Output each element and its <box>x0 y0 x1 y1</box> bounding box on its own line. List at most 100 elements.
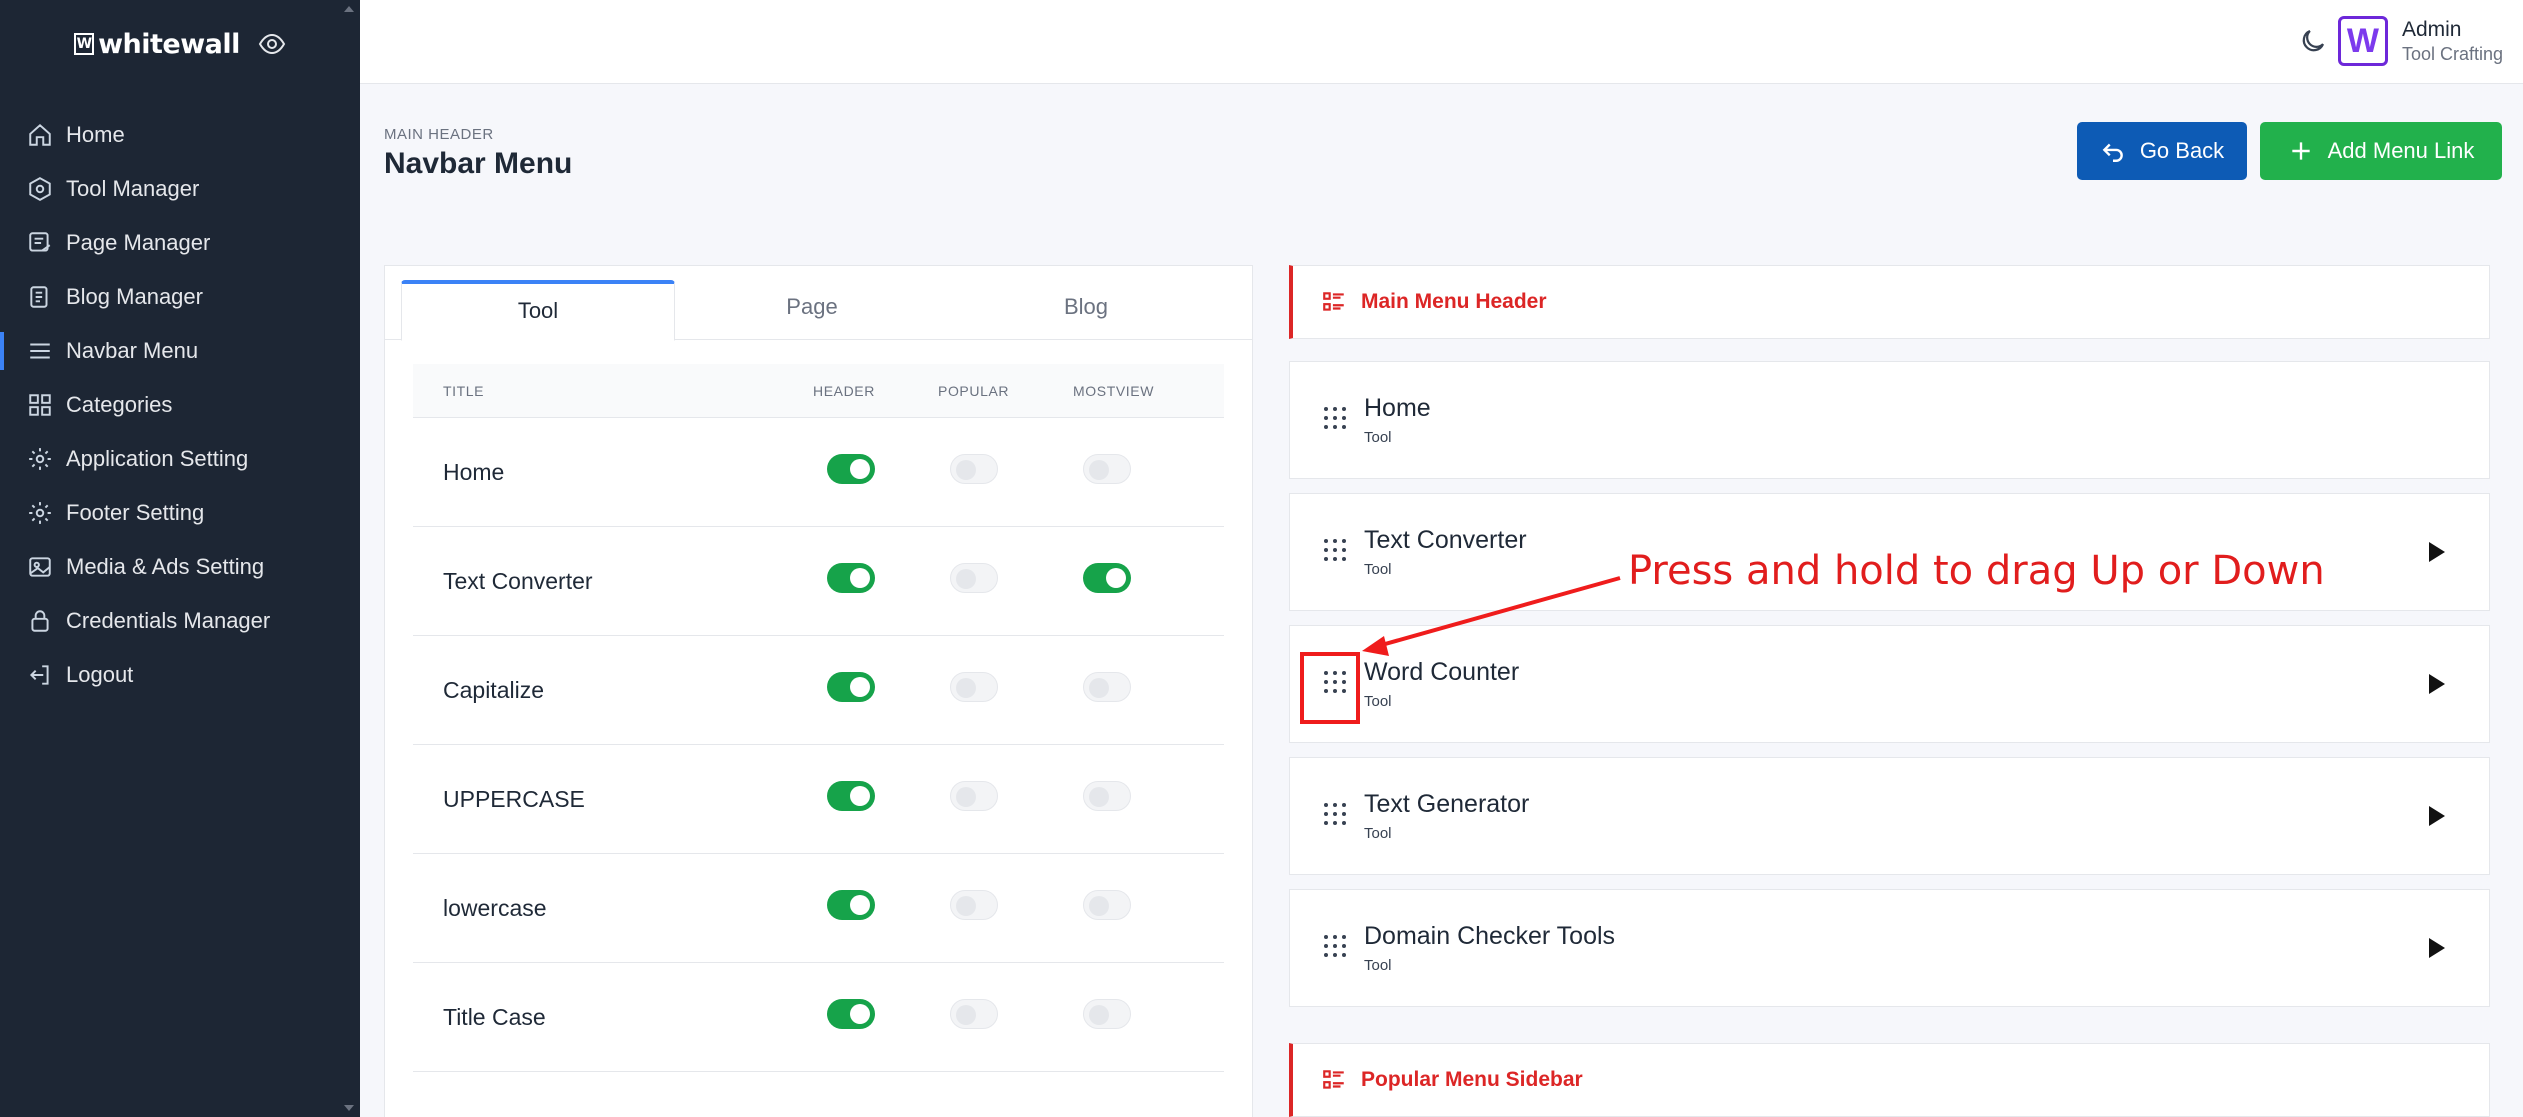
mostview-toggle[interactable] <box>1083 999 1131 1029</box>
expand-arrow-icon[interactable] <box>2429 806 2445 826</box>
brand-mark: W <box>74 33 95 55</box>
header-toggle[interactable] <box>827 781 875 811</box>
drag-handle-icon[interactable] <box>1324 935 1350 961</box>
popular-toggle[interactable] <box>950 999 998 1029</box>
expand-arrow-icon[interactable] <box>2429 938 2445 958</box>
sidebar-item-label: Home <box>66 122 125 147</box>
user-area: W Admin Tool Crafting <box>2298 16 2503 66</box>
header-toggle[interactable] <box>827 999 875 1029</box>
lock-icon <box>26 607 54 635</box>
tab-tool[interactable]: Tool <box>401 280 675 341</box>
menu-item[interactable]: Home Tool <box>1289 361 2490 479</box>
user-role: Tool Crafting <box>2401 43 2503 64</box>
menu-item-title: Home <box>1364 394 1431 422</box>
row-title: lowercase <box>443 894 547 921</box>
scroll-up-arrow[interactable] <box>344 6 354 12</box>
popular-cell <box>938 563 1073 599</box>
sidebar-item-label: Media & Ads Setting <box>66 554 265 579</box>
main-menu-header: Main Menu Header <box>1289 265 2490 339</box>
sidebar-nav: Home Tool Manager Page Manager Blog Mana… <box>0 108 360 702</box>
brand: W whitewall <box>0 0 360 88</box>
table-row: lowercase <box>413 854 1224 963</box>
sidebar-item-media-ads-setting[interactable]: Media & Ads Setting <box>0 540 360 594</box>
popular-menu-header: Popular Menu Sidebar <box>1289 1043 2490 1117</box>
moon-icon[interactable] <box>2298 26 2328 56</box>
brand-logo[interactable]: W whitewall <box>74 29 240 60</box>
image-icon <box>26 553 54 581</box>
expand-arrow-icon[interactable] <box>2429 674 2445 694</box>
header-cell <box>813 890 938 926</box>
list-icon <box>1323 1070 1344 1089</box>
menu-item[interactable]: Text Generator Tool <box>1289 757 2490 875</box>
user-info[interactable]: Admin Tool Crafting <box>2402 18 2503 65</box>
header-cell <box>813 672 938 708</box>
drag-handle-icon[interactable] <box>1324 803 1350 829</box>
popular-toggle[interactable] <box>950 563 998 593</box>
table-row: Home <box>413 418 1224 527</box>
popular-cell <box>938 890 1073 926</box>
mostview-toggle[interactable] <box>1083 890 1131 920</box>
header-toggle[interactable] <box>827 890 875 920</box>
header-toggle[interactable] <box>827 454 875 484</box>
mostview-toggle[interactable] <box>1083 672 1131 702</box>
menu-item-text: Home Tool <box>1364 394 2489 446</box>
sidebar-item-home[interactable]: Home <box>0 108 360 162</box>
sidebar-item-credentials-manager[interactable]: Credentials Manager <box>0 594 360 648</box>
mostview-toggle[interactable] <box>1083 781 1131 811</box>
sidebar-item-footer-setting[interactable]: Footer Setting <box>0 486 360 540</box>
sidebar-item-application-setting[interactable]: Application Setting <box>0 432 360 486</box>
tab-page[interactable]: Page <box>675 266 949 339</box>
drag-handle-icon[interactable] <box>1324 407 1350 433</box>
sidebar-item-tool-manager[interactable]: Tool Manager <box>0 162 360 216</box>
mostview-cell <box>1073 672 1213 708</box>
popular-toggle[interactable] <box>950 890 998 920</box>
drag-handle-icon[interactable] <box>1324 539 1350 565</box>
mostview-cell <box>1073 999 1213 1035</box>
tool-table: TITLE HEADER POPULAR MOSTVIEW Home Text C… <box>413 364 1224 1072</box>
table-row: Text Converter <box>413 527 1224 636</box>
scroll-down-arrow[interactable] <box>344 1105 354 1111</box>
column-popular-header: POPULAR <box>938 382 1010 399</box>
popular-toggle[interactable] <box>950 672 998 702</box>
add-menu-link-button[interactable]: Add Menu Link <box>2260 122 2502 180</box>
main-menu-header-title: Main Menu Header <box>1361 290 1547 313</box>
expand-arrow-icon[interactable] <box>2429 542 2445 562</box>
mostview-toggle[interactable] <box>1083 454 1131 484</box>
menu-item[interactable]: Word Counter Tool <box>1289 625 2490 743</box>
header-toggle[interactable] <box>827 672 875 702</box>
row-title: Title Case <box>443 1003 546 1030</box>
column-title-header: TITLE <box>443 382 485 399</box>
eye-icon[interactable] <box>258 32 286 56</box>
plus-icon <box>2291 142 2310 160</box>
mostview-cell <box>1073 454 1213 490</box>
menu-item-text: Domain Checker Tools Tool <box>1364 922 2429 974</box>
sidebar-item-page-manager[interactable]: Page Manager <box>0 216 360 270</box>
sidebar-item-blog-manager[interactable]: Blog Manager <box>0 270 360 324</box>
sidebar-item-label: Blog Manager <box>66 284 203 309</box>
gear-icon <box>26 499 54 527</box>
header-cell <box>813 563 938 599</box>
popular-toggle[interactable] <box>950 781 998 811</box>
page-heading: MAIN HEADER Navbar Menu <box>384 126 572 181</box>
sidebar-item-navbar-menu[interactable]: Navbar Menu <box>0 324 360 378</box>
popular-toggle[interactable] <box>950 454 998 484</box>
blog-icon <box>26 283 54 311</box>
go-back-button[interactable]: Go Back <box>2077 122 2247 180</box>
menu-item-type: Tool <box>1364 957 1392 974</box>
menu-item[interactable]: Domain Checker Tools Tool <box>1289 889 2490 1007</box>
header-cell <box>813 454 938 490</box>
tab-bar: Tool Page Blog <box>385 266 1252 341</box>
mostview-toggle[interactable] <box>1083 563 1131 593</box>
sidebar-item-label: Logout <box>66 662 134 687</box>
sidebar-item-label: Tool Manager <box>66 176 200 201</box>
tab-blog[interactable]: Blog <box>949 266 1223 339</box>
header-toggle[interactable] <box>827 563 875 593</box>
avatar[interactable]: W <box>2337 16 2388 66</box>
sidebar-item-logout[interactable]: Logout <box>0 648 360 702</box>
sidebar-item-categories[interactable]: Categories <box>0 378 360 432</box>
table-row: UPPERCASE <box>413 745 1224 854</box>
menu-item-text: Word Counter Tool <box>1364 658 2429 710</box>
add-menu-link-label: Add Menu Link <box>2327 138 2475 163</box>
column-header-header: HEADER <box>813 382 875 399</box>
table-body: Home Text Converter Capitalize UPPERCASE low… <box>413 418 1224 1072</box>
